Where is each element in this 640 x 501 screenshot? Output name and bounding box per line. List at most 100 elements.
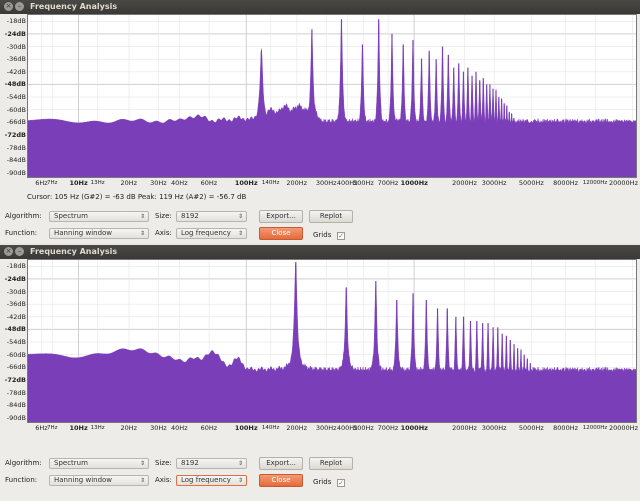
close-window-icon[interactable]: × <box>4 247 13 256</box>
frequency-analysis-window-1: × – Frequency Analysis -18dB -24dB -30dB -3… <box>0 0 640 243</box>
x-tick-label: 7Hz <box>47 180 58 186</box>
y-tick-label: -78dB <box>6 143 26 152</box>
y-tick-label: -72dB <box>4 375 26 384</box>
y-tick-label: -48dB <box>4 325 26 334</box>
x-tick-label: 60Hz <box>200 424 218 432</box>
function-select[interactable]: Hanning window ⇕ <box>49 228 149 239</box>
y-tick-label: -90dB <box>6 168 26 177</box>
export-button[interactable]: Export... <box>259 210 303 223</box>
y-tick-label: -24dB <box>4 274 26 283</box>
x-tick-label: 13Hz <box>90 180 105 186</box>
axis-value: Log frequency <box>181 476 231 484</box>
spectrum-area <box>28 263 636 422</box>
x-tick-label: 20000Hz <box>609 179 638 187</box>
title-bar[interactable]: × – Frequency Analysis <box>0 245 640 259</box>
algorithm-select[interactable]: Spectrum ⇕ <box>49 458 149 469</box>
spectrum-area <box>28 19 636 177</box>
replot-button[interactable]: Replot <box>309 210 353 223</box>
algorithm-select[interactable]: Spectrum ⇕ <box>49 211 149 222</box>
size-select[interactable]: 8192 ⇕ <box>176 458 247 469</box>
x-tick-label: 5000Hz <box>518 424 544 432</box>
x-tick-label: 500Hz <box>353 424 374 432</box>
close-button[interactable]: Close <box>259 227 303 240</box>
grids-checkbox[interactable]: ✓ <box>337 232 345 240</box>
x-tick-label: 20000Hz <box>609 424 638 432</box>
x-tick-label: 700Hz <box>377 424 399 432</box>
function-label: Function: <box>5 476 38 484</box>
y-tick-label: -24dB <box>4 29 26 38</box>
x-tick-label: 6Hz <box>35 424 48 432</box>
function-value: Hanning window <box>54 476 113 484</box>
function-value: Hanning window <box>54 229 113 237</box>
export-button[interactable]: Export... <box>259 457 303 470</box>
y-tick-label: -84dB <box>6 156 26 165</box>
close-button[interactable]: Close <box>259 474 303 487</box>
x-tick-label: 12000Hz <box>582 425 608 431</box>
size-value: 8192 <box>181 212 199 220</box>
x-tick-label: 10Hz <box>69 179 88 187</box>
spectrum-plot[interactable] <box>27 14 637 178</box>
algorithm-value: Spectrum <box>54 459 88 467</box>
minimize-window-icon[interactable]: – <box>15 247 24 256</box>
x-tick-label: 700Hz <box>377 179 399 187</box>
title-bar[interactable]: × – Frequency Analysis <box>0 0 640 14</box>
x-tick-label: 20Hz <box>120 179 138 187</box>
algorithm-value: Spectrum <box>54 212 88 220</box>
updown-arrow-icon: ⇕ <box>139 230 145 237</box>
x-tick-label: 300Hz <box>315 179 337 187</box>
y-tick-label: -66dB <box>6 118 26 127</box>
x-tick-label: 100Hz <box>234 424 258 432</box>
spectrum-plot[interactable] <box>27 259 637 423</box>
x-tick-label: 30Hz <box>150 424 167 432</box>
axis-label: Axis: <box>155 476 172 484</box>
axis-value: Log frequency <box>181 229 231 237</box>
updown-arrow-icon: ⇕ <box>237 213 243 220</box>
grids-label: Grids <box>313 231 332 239</box>
algorithm-label: Algorithm: <box>5 212 42 220</box>
y-tick-label: -72dB <box>4 130 26 139</box>
y-tick-label: -42dB <box>6 67 26 76</box>
updown-arrow-icon: ⇕ <box>237 230 243 237</box>
x-tick-label: 500Hz <box>353 179 374 187</box>
window-title: Frequency Analysis <box>30 247 118 256</box>
y-tick-label: -42dB <box>6 312 26 321</box>
close-window-icon[interactable]: × <box>4 2 13 11</box>
updown-arrow-icon: ⇕ <box>237 477 243 484</box>
x-tick-label: 40Hz <box>171 179 188 187</box>
size-value: 8192 <box>181 459 199 467</box>
x-tick-label: 6Hz <box>35 179 48 187</box>
x-tick-label: 2000Hz <box>452 179 477 187</box>
x-tick-label: 100Hz <box>234 179 258 187</box>
updown-arrow-icon: ⇕ <box>139 460 145 467</box>
cursor-readout: Cursor: 105 Hz (G#2) = -63 dB Peak: 119 … <box>27 193 247 201</box>
x-tick-label: 5000Hz <box>518 179 544 187</box>
x-tick-label: 140Hz <box>261 425 280 431</box>
x-tick-label: 7Hz <box>47 425 58 431</box>
grids-checkbox[interactable]: ✓ <box>337 479 345 487</box>
x-tick-label: 140Hz <box>261 180 280 186</box>
y-tick-label: -36dB <box>6 300 26 309</box>
size-label: Size: <box>155 459 172 467</box>
updown-arrow-icon: ⇕ <box>139 477 145 484</box>
x-tick-label: 12000Hz <box>582 180 608 186</box>
function-label: Function: <box>5 229 38 237</box>
x-tick-label: 3000Hz <box>481 179 507 187</box>
updown-arrow-icon: ⇕ <box>139 213 145 220</box>
x-tick-label: 3000Hz <box>481 424 507 432</box>
x-tick-label: 200Hz <box>286 179 308 187</box>
minimize-window-icon[interactable]: – <box>15 2 24 11</box>
replot-button[interactable]: Replot <box>309 457 353 470</box>
y-tick-label: -54dB <box>6 93 26 102</box>
size-label: Size: <box>155 212 172 220</box>
x-tick-label: 13Hz <box>90 425 105 431</box>
x-tick-label: 40Hz <box>171 424 188 432</box>
y-tick-label: -66dB <box>6 363 26 372</box>
grids-label: Grids <box>313 478 332 486</box>
size-select[interactable]: 8192 ⇕ <box>176 211 247 222</box>
axis-select[interactable]: Log frequency ⇕ <box>176 475 247 486</box>
x-tick-label: 200Hz <box>286 424 308 432</box>
axis-select[interactable]: Log frequency ⇕ <box>176 228 247 239</box>
x-tick-label: 2000Hz <box>452 424 477 432</box>
function-select[interactable]: Hanning window ⇕ <box>49 475 149 486</box>
y-tick-label: -60dB <box>6 105 26 114</box>
